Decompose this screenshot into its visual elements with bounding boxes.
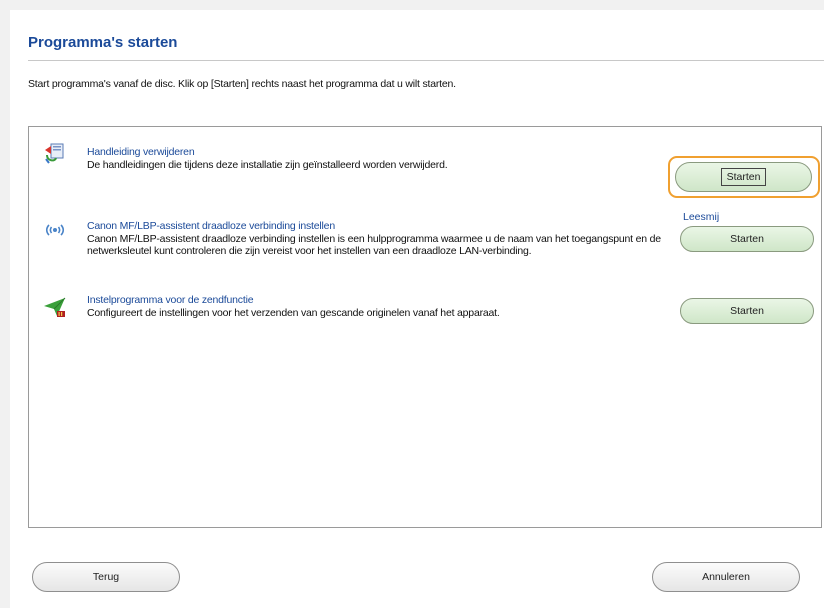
- installer-page: Programma's starten Start programma's va…: [10, 10, 824, 608]
- send-function-icon: [44, 297, 66, 317]
- start-button-label: Starten: [730, 305, 764, 317]
- intro-text: Start programma's vanaf de disc. Klik op…: [28, 78, 456, 90]
- program-name: Handleiding verwijderen: [87, 146, 195, 158]
- start-button-uninstall[interactable]: Starten: [675, 162, 812, 192]
- program-item-uninstall: Handleiding verwijderen De handleidingen…: [87, 146, 448, 171]
- back-button-label: Terug: [92, 571, 120, 583]
- program-name: Canon MF/LBP-assistent draadloze verbind…: [87, 220, 335, 232]
- wireless-signal-icon: [45, 224, 65, 236]
- title-divider: [28, 60, 824, 61]
- start-button-label: Starten: [730, 233, 764, 245]
- page-title: Programma's starten: [28, 34, 178, 51]
- program-description: Canon MF/LBP-assistent draadloze verbind…: [87, 232, 661, 258]
- cancel-button-label: Annuleren: [702, 571, 750, 583]
- cancel-button[interactable]: Annuleren: [652, 562, 800, 592]
- program-name: Instelprogramma voor de zendfunctie: [87, 294, 254, 306]
- readme-link[interactable]: Leesmij: [683, 211, 719, 223]
- program-description: Configureert de instellingen voor het ve…: [87, 306, 500, 319]
- program-item-wireless: Canon MF/LBP-assistent draadloze verbind…: [87, 220, 667, 258]
- start-button-label: Starten: [720, 168, 767, 186]
- uninstall-manual-icon: [45, 143, 64, 164]
- start-button-wireless[interactable]: Starten: [680, 226, 814, 252]
- program-description: De handleidingen die tijdens deze instal…: [87, 158, 448, 171]
- program-item-send: Instelprogramma voor de zendfunctie Conf…: [87, 294, 500, 319]
- start-button-send[interactable]: Starten: [680, 298, 814, 324]
- back-button[interactable]: Terug: [32, 562, 180, 592]
